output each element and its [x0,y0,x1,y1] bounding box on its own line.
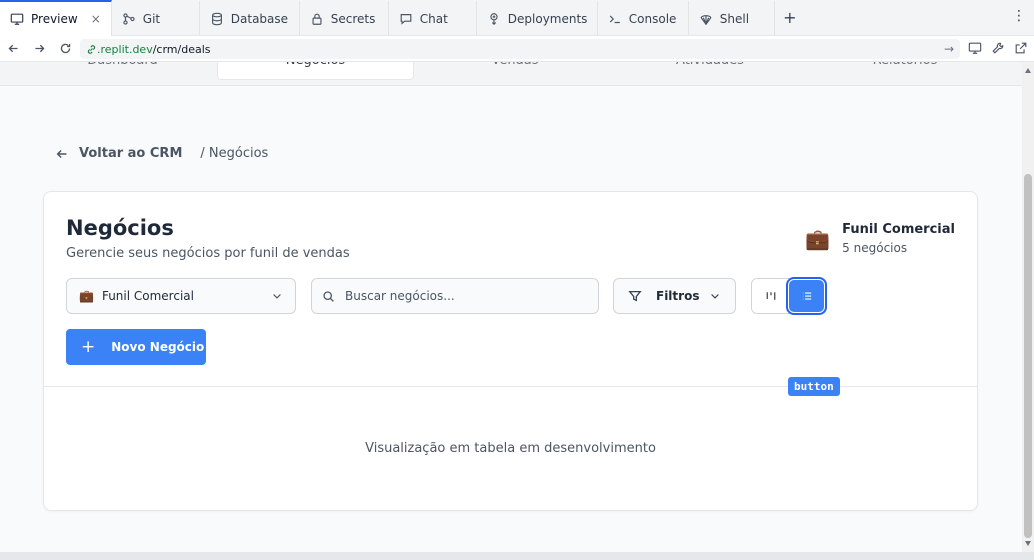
page-subtitle: Gerencie seus negócios por funil de vend… [66,246,350,261]
scrollbar-thumb[interactable] [1024,174,1032,538]
tab-git[interactable]: Git [112,1,200,36]
monitor-icon [10,13,24,25]
tab-secrets[interactable]: Secrets [300,1,389,36]
subnav-atividades[interactable]: Atividades [630,62,790,73]
app-viewport: Dashboard Negócios Vendas Atividades Rel… [0,62,1022,552]
kanban-view-button[interactable] [752,279,789,313]
list-icon [802,292,811,300]
tab-chat[interactable]: Chat [389,1,477,36]
breadcrumb: Voltar ao CRM / Negócios [55,146,268,161]
search-input[interactable] [345,289,585,303]
pipeline-summary: 💼 Funil Comercial 5 negócios [805,222,955,255]
tab-label: Deployments [507,11,588,26]
shell-icon [700,14,712,25]
breadcrumb-current: / Negócios [200,146,269,161]
kanban-icon [766,292,775,300]
new-deal-label: Novo Negócio [111,340,205,354]
close-icon[interactable]: × [91,12,101,26]
deployments-icon [490,12,498,25]
link-icon [87,44,96,54]
add-tab-button[interactable]: + [775,0,805,35]
url-host: .replit.dev [97,42,153,56]
tab-preview[interactable]: Preview × [0,0,112,36]
filters-button[interactable]: Filtros [613,278,736,314]
lock-icon [312,13,322,25]
back-to-crm-link[interactable]: Voltar ao CRM [55,146,182,161]
arrow-right-icon [34,44,44,53]
view-toggle [751,277,827,315]
subnav-relatorios[interactable]: Relatórios [830,62,980,73]
open-external-icon[interactable] [1014,41,1028,55]
back-label: Voltar ao CRM [79,146,183,161]
tab-label: Secrets [330,11,376,26]
chevron-down-icon [273,294,281,299]
address-bar: .replit.dev/crm/deals → [0,36,1034,62]
tab-console[interactable]: Console [598,1,689,36]
arrow-left-icon [56,149,67,158]
tab-label: Git [142,11,161,26]
subnav-vendas[interactable]: Vendas [440,62,590,73]
subnav-negocios[interactable]: Negócios [217,62,414,80]
briefcase-icon: 💼 [805,226,831,251]
tab-label: Preview [31,12,78,26]
plus-icon: + [81,336,96,357]
tab-strip: Preview × Git Database Secrets Chat Depl… [0,0,1034,36]
subnav-dashboard[interactable]: Dashboard [50,62,195,73]
git-icon [123,12,135,25]
arrow-left-icon [8,44,18,53]
briefcase-icon: 💼 [79,289,94,303]
search-icon [323,290,334,302]
bottom-strip [0,552,1034,560]
tab-label: Console [628,11,677,26]
database-icon [211,12,222,25]
forward-button[interactable] [26,36,52,62]
search-box[interactable] [311,278,599,314]
scroll-up-icon[interactable] [1025,68,1031,73]
element-tooltip: button [788,377,840,396]
chevron-down-icon [711,294,719,299]
deals-card: Negócios Gerencie seus negócios por funi… [43,191,978,511]
pipeline-name: Funil Comercial [842,222,955,237]
wrench-icon[interactable] [991,41,1005,55]
list-view-button[interactable] [786,277,827,315]
pipeline-select-value: Funil Comercial [101,289,194,303]
tab-deployments[interactable]: Deployments [477,1,598,36]
reload-icon [60,43,70,54]
crm-subnav: Dashboard Negócios Vendas Atividades Rel… [0,62,1022,86]
url-field[interactable]: .replit.dev/crm/deals → [80,39,960,59]
url-path: /crm/deals [152,42,211,56]
tab-label: Shell [719,11,750,26]
deal-count: 5 negócios [842,241,908,255]
new-deal-button[interactable]: + Novo Negócio [66,329,206,365]
back-button[interactable] [0,36,26,62]
terminal-icon [609,15,620,23]
page-scrollbar[interactable] [1022,62,1034,552]
filter-icon [628,290,642,302]
empty-state-message: Visualização em tabela em desenvolviment… [365,441,656,456]
chat-icon [400,13,412,25]
page-title: Negócios [66,216,174,240]
reload-button[interactable] [52,36,78,62]
more-icon[interactable]: ⋮ [1012,8,1026,24]
tab-label: Database [230,11,289,26]
pipeline-select[interactable]: 💼 Funil Comercial [66,278,296,314]
tab-shell[interactable]: Shell [689,1,775,36]
tab-database[interactable]: Database [200,1,300,36]
go-icon[interactable]: → [944,42,954,56]
tab-label: Chat [419,11,448,26]
devices-icon[interactable] [968,41,982,55]
scroll-down-icon[interactable] [1025,541,1031,546]
filters-label: Filtros [656,289,700,303]
